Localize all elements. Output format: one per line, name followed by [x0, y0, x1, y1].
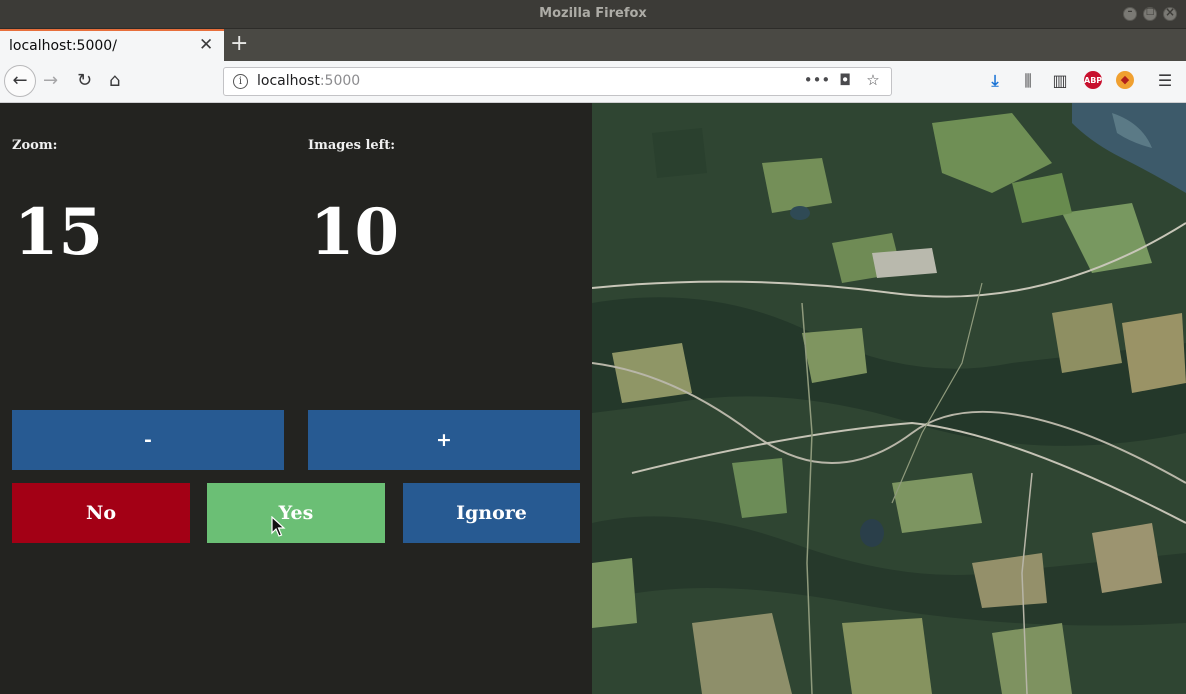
zoom-out-button[interactable]: - [12, 410, 284, 470]
no-button[interactable]: No [12, 483, 190, 543]
url-bar[interactable]: i localhost:5000 ••• ◘ ☆ [223, 67, 892, 96]
maximize-icon[interactable] [1143, 7, 1157, 21]
navigation-toolbar: ← → ↻ ⌂ i localhost:5000 ••• ◘ ☆ ⤓ ⫼ ▥ ABP… [0, 61, 1186, 103]
adblock-icon[interactable]: ABP [1084, 71, 1102, 89]
window-close-icon[interactable] [1163, 5, 1177, 21]
page-actions-icon[interactable]: ••• [803, 71, 831, 89]
back-icon[interactable]: ← [4, 65, 36, 97]
url-text[interactable]: localhost:5000 [257, 73, 360, 89]
minimize-icon[interactable] [1123, 6, 1137, 21]
home-icon[interactable]: ⌂ [109, 70, 120, 91]
new-tab-icon[interactable]: + [230, 31, 248, 56]
window-titlebar: Mozilla Firefox [0, 0, 1186, 29]
window-title: Mozilla Firefox [539, 6, 647, 21]
images-left-label: Images left: [308, 138, 396, 153]
downloads-icon[interactable]: ⤓ [985, 71, 1005, 91]
site-info-icon[interactable]: i [233, 74, 248, 89]
yes-button[interactable]: Yes [207, 483, 385, 543]
url-host: localhost [257, 73, 320, 89]
zoom-in-button[interactable]: + [308, 410, 580, 470]
library-icon[interactable]: ⫼ [1018, 71, 1038, 91]
extension-icon[interactable]: ◆ [1116, 71, 1134, 89]
zoom-value: 15 [14, 195, 104, 270]
satellite-image [592, 103, 1186, 694]
url-actions: ••• ◘ ☆ [803, 71, 887, 89]
forward-icon[interactable]: → [43, 70, 58, 91]
reload-icon[interactable]: ↻ [77, 70, 92, 91]
sidebar-icon[interactable]: ▥ [1050, 71, 1070, 91]
pocket-icon[interactable]: ◘ [831, 71, 859, 89]
hamburger-menu-icon[interactable]: ☰ [1155, 71, 1175, 91]
ignore-button[interactable]: Ignore [403, 483, 580, 543]
tab-title: localhost:5000/ [9, 38, 117, 54]
zoom-label: Zoom: [12, 138, 58, 153]
tab-strip: localhost:5000/ ✕ + [0, 29, 1186, 61]
tab-close-icon[interactable]: ✕ [199, 35, 213, 55]
page-content: Zoom: Images left: 15 10 - + No Yes Igno… [0, 103, 1186, 694]
url-port: :5000 [319, 73, 361, 89]
mouse-cursor-icon [271, 516, 286, 537]
images-left-value: 10 [310, 195, 400, 270]
tab-localhost[interactable]: localhost:5000/ ✕ [0, 29, 224, 61]
bookmark-star-icon[interactable]: ☆ [859, 71, 887, 89]
